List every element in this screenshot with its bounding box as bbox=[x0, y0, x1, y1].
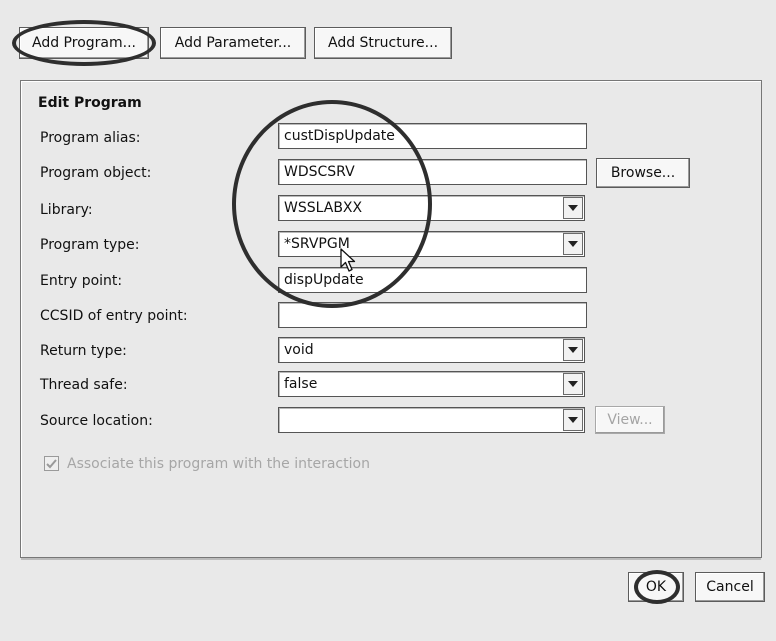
mouse-pointer-icon bbox=[340, 248, 356, 272]
associate-checkbox[interactable] bbox=[44, 456, 59, 471]
add-structure-button[interactable]: Add Structure... bbox=[314, 27, 452, 59]
cancel-button[interactable]: Cancel bbox=[695, 572, 765, 602]
chevron-down-icon bbox=[568, 205, 578, 211]
program-alias-input[interactable]: custDispUpdate bbox=[278, 123, 587, 149]
chevron-down-icon bbox=[568, 241, 578, 247]
program-type-select[interactable]: *SRVPGM bbox=[278, 231, 585, 257]
return-type-label: Return type: bbox=[40, 343, 127, 359]
chevron-down-icon bbox=[568, 381, 578, 387]
add-program-button[interactable]: Add Program... bbox=[19, 27, 149, 59]
ccsid-input[interactable] bbox=[278, 302, 587, 328]
entry-point-label: Entry point: bbox=[40, 273, 123, 289]
library-value: WSSLABXX bbox=[284, 200, 363, 216]
program-type-dropdown-button[interactable] bbox=[563, 233, 583, 255]
view-button[interactable]: View... bbox=[595, 406, 665, 434]
ccsid-label: CCSID of entry point: bbox=[40, 308, 188, 324]
source-location-dropdown-button[interactable] bbox=[563, 409, 583, 431]
program-type-label: Program type: bbox=[40, 237, 140, 253]
thread-safe-select[interactable]: false bbox=[278, 371, 585, 397]
section-title: Edit Program bbox=[38, 95, 142, 111]
source-location-select[interactable] bbox=[278, 407, 585, 433]
chevron-down-icon bbox=[568, 347, 578, 353]
footer-divider bbox=[21, 558, 761, 560]
program-alias-label: Program alias: bbox=[40, 130, 141, 146]
add-parameter-button[interactable]: Add Parameter... bbox=[160, 27, 306, 59]
program-object-label: Program object: bbox=[40, 165, 152, 181]
thread-safe-value: false bbox=[284, 376, 318, 392]
return-type-dropdown-button[interactable] bbox=[563, 339, 583, 361]
entry-point-input[interactable]: dispUpdate bbox=[278, 267, 587, 293]
source-location-label: Source location: bbox=[40, 413, 153, 429]
library-label: Library: bbox=[40, 202, 93, 218]
return-type-value: void bbox=[284, 342, 314, 358]
associate-checkbox-label: Associate this program with the interact… bbox=[67, 456, 370, 472]
thread-safe-dropdown-button[interactable] bbox=[563, 373, 583, 395]
browse-button[interactable]: Browse... bbox=[596, 158, 690, 188]
ok-button[interactable]: OK bbox=[628, 572, 684, 602]
program-object-input[interactable]: WDSCSRV bbox=[278, 159, 587, 185]
library-select[interactable]: WSSLABXX bbox=[278, 195, 585, 221]
return-type-select[interactable]: void bbox=[278, 337, 585, 363]
checkmark-icon bbox=[46, 459, 57, 469]
chevron-down-icon bbox=[568, 417, 578, 423]
library-dropdown-button[interactable] bbox=[563, 197, 583, 219]
thread-safe-label: Thread safe: bbox=[40, 377, 128, 393]
